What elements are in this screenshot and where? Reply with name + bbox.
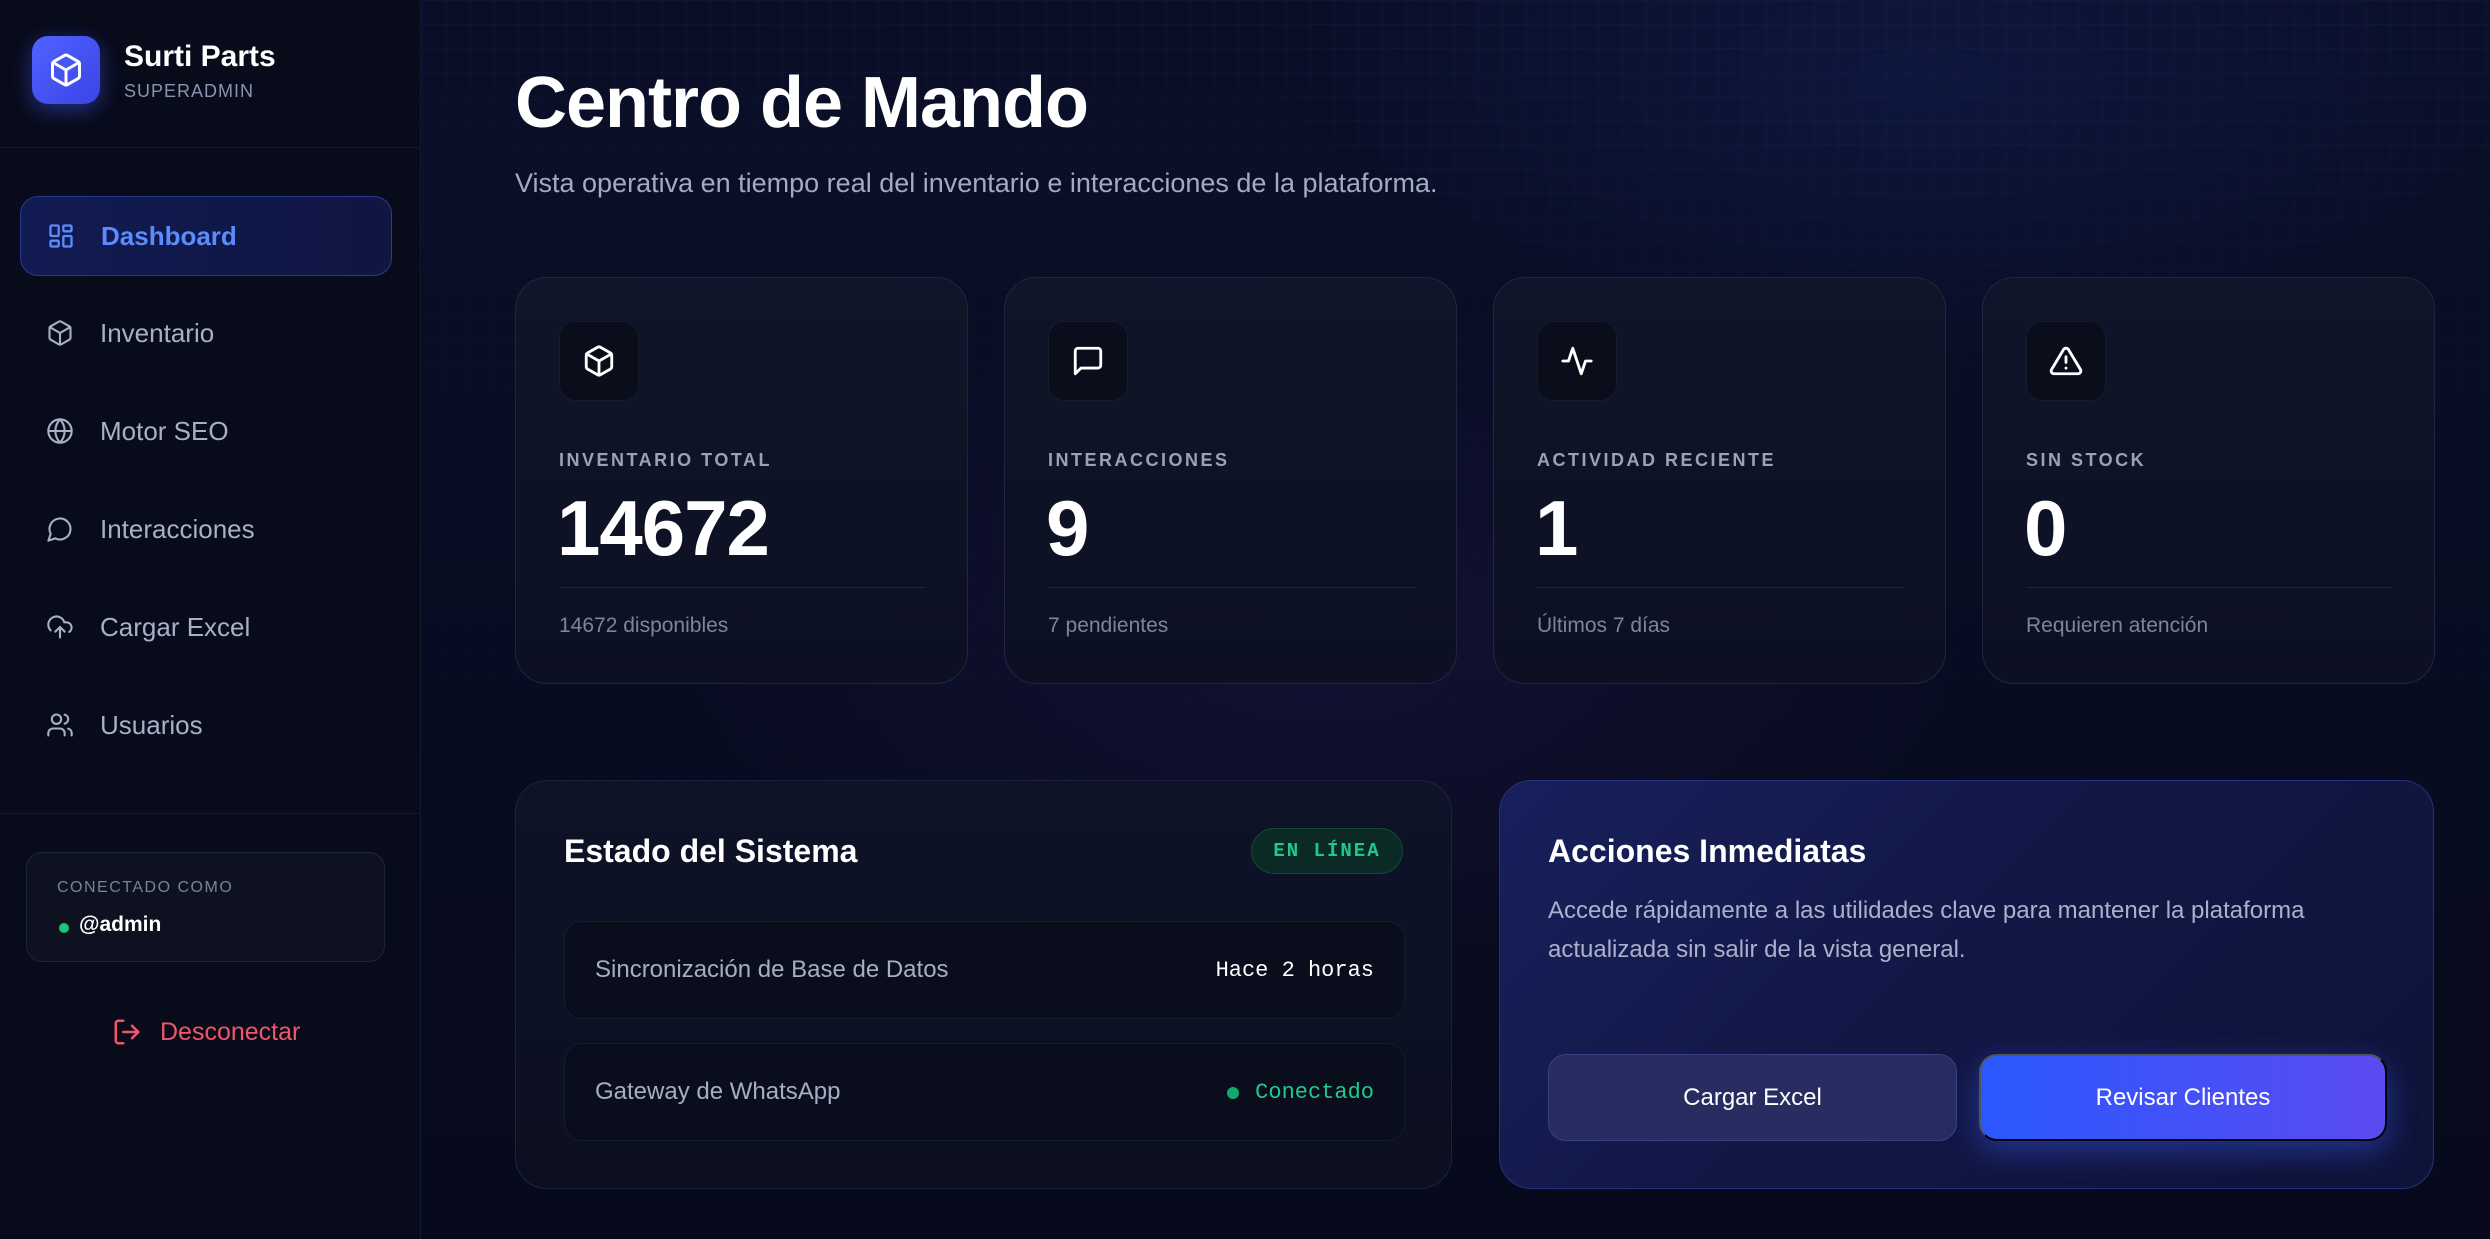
stat-footer: 14672 disponibles [559, 614, 729, 637]
status-badge: EN LÍNEA [1251, 828, 1403, 874]
sidebar-item-label: Motor SEO [100, 415, 229, 446]
sidebar-item-cargar-excel[interactable]: Cargar Excel [20, 587, 392, 667]
status-row-value: Hace 2 horas [1215, 958, 1374, 983]
quick-actions-title: Acciones Inmediatas [1548, 833, 1867, 869]
sidebar-item-usuarios[interactable]: Usuarios [20, 685, 392, 765]
brand-name: Surti Parts [124, 40, 276, 73]
stat-card-inventario-total[interactable]: INVENTARIO TOTAL 14672 14672 disponibles [515, 277, 968, 684]
cloud-upload-icon [44, 611, 76, 643]
stat-label: SIN STOCK [2026, 450, 2147, 470]
stat-card-interacciones[interactable]: INTERACCIONES 9 7 pendientes [1004, 277, 1457, 684]
globe-icon [44, 415, 76, 447]
sidebar-item-motor-seo[interactable]: Motor SEO [20, 391, 392, 471]
system-status-panel: Estado del Sistema EN LÍNEA Sincronizaci… [515, 780, 1452, 1189]
activity-icon [1537, 321, 1617, 401]
user-name: @admin [79, 913, 162, 936]
sidebar: Surti Parts SUPERADMIN Dashboard Inventa… [0, 0, 421, 1239]
stat-card-actividad-reciente[interactable]: ACTIVIDAD RECIENTE 1 Últimos 7 días [1493, 277, 1946, 684]
connected-status-dot [1227, 1086, 1240, 1099]
sidebar-divider [0, 147, 421, 148]
logout-label: Desconectar [160, 1017, 301, 1046]
stat-label: INTERACCIONES [1048, 450, 1230, 470]
stat-value: 9 [1046, 484, 1089, 572]
stat-value: 0 [2024, 484, 2067, 572]
stat-footer: Requieren atención [2026, 614, 2209, 637]
alert-triangle-icon [2026, 321, 2106, 401]
message-square-icon [1048, 321, 1128, 401]
current-user-card: CONECTADO COMO @admin [26, 852, 385, 962]
stat-divider [559, 587, 926, 588]
quick-actions-description: Accede rápidamente a las utilidades clav… [1548, 897, 2305, 963]
logout-icon [112, 1017, 142, 1047]
status-row-whatsapp-gateway: Gateway de WhatsApp Conectado [564, 1043, 1405, 1141]
upload-excel-button[interactable]: Cargar Excel [1548, 1054, 1957, 1141]
review-clients-button[interactable]: Revisar Clientes [1979, 1054, 2387, 1141]
stat-footer: 7 pendientes [1048, 614, 1169, 637]
stat-value: 1 [1535, 484, 1578, 572]
page-title: Centro de Mando [515, 63, 1089, 143]
box-icon [559, 321, 639, 401]
stat-label: INVENTARIO TOTAL [559, 450, 772, 470]
user-label: CONECTADO COMO [57, 879, 234, 896]
main-content: Centro de Mando Vista operativa en tiemp… [422, 0, 2490, 1239]
sidebar-item-label: Dashboard [101, 220, 237, 251]
stat-divider [1537, 587, 1904, 588]
sidebar-item-label: Inventario [100, 317, 215, 348]
status-row-database-sync: Sincronización de Base de Datos Hace 2 h… [564, 921, 1405, 1019]
stat-value: 14672 [557, 484, 770, 572]
brand[interactable]: Surti Parts SUPERADMIN [32, 36, 412, 106]
status-row-label: Gateway de WhatsApp [595, 1078, 841, 1105]
stat-card-sin-stock[interactable]: SIN STOCK 0 Requieren atención [1982, 277, 2435, 684]
sidebar-item-label: Usuarios [100, 709, 203, 740]
sidebar-item-inventario[interactable]: Inventario [20, 293, 392, 373]
sidebar-item-label: Cargar Excel [100, 611, 251, 642]
page-subtitle: Vista operativa en tiempo real del inven… [515, 168, 1438, 198]
sidebar-item-dashboard[interactable]: Dashboard [20, 196, 392, 276]
users-icon [44, 709, 76, 741]
stat-divider [2026, 587, 2393, 588]
stat-footer: Últimos 7 días [1537, 614, 1671, 637]
brand-role: SUPERADMIN [124, 81, 255, 101]
box-icon [32, 36, 100, 104]
online-status-dot [59, 923, 69, 933]
status-row-label: Sincronización de Base de Datos [595, 956, 949, 983]
chat-bubble-icon [44, 513, 76, 545]
stat-divider [1048, 587, 1415, 588]
dashboard-grid-icon [45, 220, 77, 252]
status-row-value: Conectado [1255, 1080, 1374, 1105]
box-icon [44, 317, 76, 349]
status-row-value-wrapper: Conectado [1227, 1080, 1374, 1105]
sidebar-item-interacciones[interactable]: Interacciones [20, 489, 392, 569]
sidebar-divider [0, 813, 421, 814]
system-status-title: Estado del Sistema [564, 833, 858, 869]
logout-button[interactable]: Desconectar [112, 1014, 300, 1050]
stat-label: ACTIVIDAD RECIENTE [1537, 450, 1777, 470]
sidebar-item-label: Interacciones [100, 513, 255, 544]
quick-actions-panel: Acciones Inmediatas Accede rápidamente a… [1499, 780, 2434, 1189]
